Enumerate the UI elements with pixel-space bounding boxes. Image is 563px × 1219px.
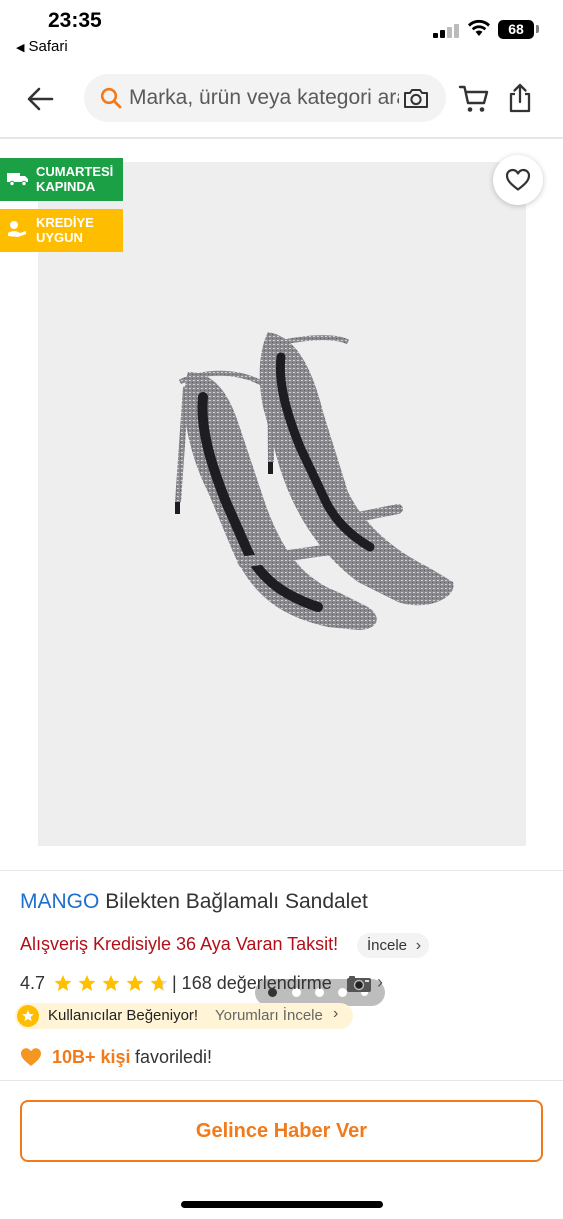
notify-when-available-button[interactable]: Gelince Haber Ver [20,1100,543,1162]
delivery-badge: CUMARTESİ KAPINDA [0,158,123,201]
bottom-bar-divider [0,1080,563,1081]
favorite-button[interactable] [493,155,543,205]
credit-banner: Alışveriş Kredisiyle 36 Aya Varan Taksit… [20,933,560,959]
star-badge-icon [17,1005,39,1027]
sandal-product-photo [175,332,454,630]
chevron-right-icon: › [415,937,422,954]
top-navigation-bar [0,64,563,138]
rating-stars [54,975,168,991]
users-like-title: Kullanıcılar Beğeniyor! [48,1007,199,1024]
status-bar: 23:35 ◀ Safari 68 [0,0,563,64]
review-count[interactable]: | 168 değerlendirme [172,973,332,994]
back-triangle-icon: ◀ [16,42,25,54]
star-partial-icon [150,975,168,991]
share-icon[interactable] [507,82,533,114]
product-image[interactable] [38,162,526,1006]
orange-heart-icon [21,1048,41,1066]
product-title: MANGO Bilekten Bağlamalı Sandalet [20,890,368,914]
badge-line2: UYGUN [36,230,83,245]
home-indicator[interactable] [181,1201,383,1208]
wifi-icon [468,19,490,36]
status-time: 23:35 [48,9,102,32]
star-icon [54,975,72,991]
favorites-count-row: 10B+ kişi favoriledi! [20,1046,420,1070]
users-like-banner[interactable]: Kullanıcılar Beğeniyor! Yorumları İncele… [15,1003,353,1029]
back-app-label: Safari [28,38,68,55]
gallery-divider [0,870,563,871]
brand-link[interactable]: MANGO [20,890,99,913]
cart-icon[interactable] [458,84,490,114]
camera-search-icon[interactable] [402,86,430,110]
badge-line1: CUMARTESİ [36,164,114,179]
chevron-right-icon: › [333,1005,339,1022]
back-arrow-icon[interactable] [22,82,62,116]
battery-indicator: 68 [498,20,534,39]
camera-photo-icon [347,976,371,992]
battery-tip [536,25,539,33]
star-icon [78,975,96,991]
rating-row[interactable]: 4.7 | 168 değerlendirme › [20,972,560,996]
cellular-signal-icon [433,24,461,38]
header-divider [0,138,563,139]
chevron-right-icon: › [377,972,383,992]
view-reviews-link[interactable]: Yorumları İncele [215,1007,323,1024]
heart-outline-icon [505,168,531,191]
search-bar[interactable] [84,74,446,122]
rating-value: 4.7 [20,973,46,993]
search-icon [100,87,122,109]
delivery-truck-icon [7,173,28,187]
credit-inspect-label: İncele [367,937,408,954]
favorites-text: favoriledi! [135,1047,213,1067]
star-icon [102,975,120,991]
product-name: Bilekten Bağlamalı Sandalet [105,890,368,913]
coins-hand-icon [8,221,26,237]
credit-badge: KREDİYE UYGUN [0,209,123,252]
search-input[interactable] [129,74,399,122]
badge-line2: KAPINDA [36,179,96,194]
star-icon [126,975,144,991]
credit-inspect-button[interactable]: İncele › [357,933,430,958]
back-to-app-link[interactable]: ◀ Safari [16,38,68,55]
badge-line1: KREDİYE [36,215,94,230]
favorites-count: 10B+ kişi [52,1047,131,1067]
credit-text: Alışveriş Kredisiyle 36 Aya Varan Taksit… [20,934,339,954]
